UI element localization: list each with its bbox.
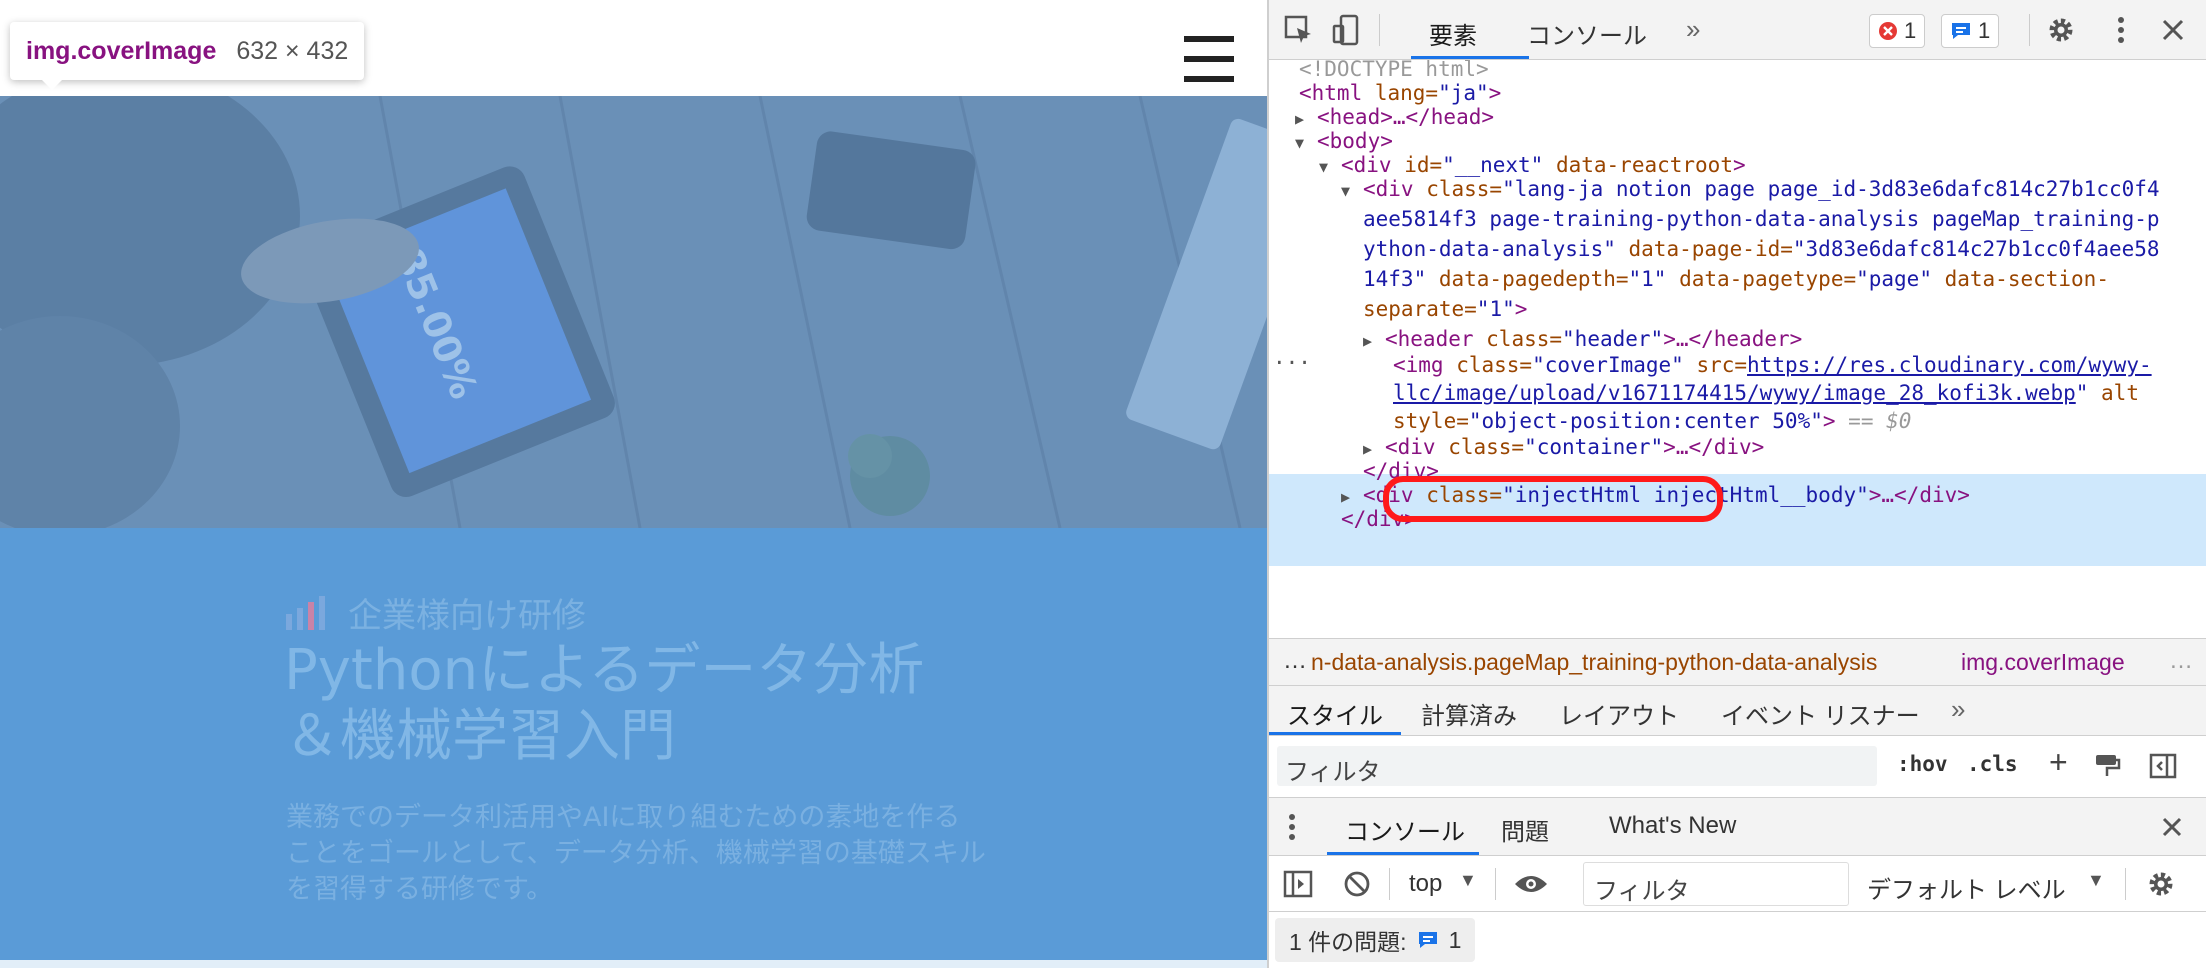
drawer-tab-console[interactable]: コンソール xyxy=(1345,812,1465,847)
hero-title-line-1: Pythonによるデータ分析 xyxy=(284,638,925,703)
img-src-link[interactable]: https://res.cloudinary.com/wywy- xyxy=(1747,353,2152,377)
live-expression-eye-icon[interactable] xyxy=(1513,872,1549,896)
breadcrumb-item[interactable]: n-data-analysis.pageMap_training-python-… xyxy=(1311,649,1877,676)
close-drawer-icon[interactable] xyxy=(2159,814,2185,840)
dom-page-div-cont: separate="1"> xyxy=(1363,297,1528,321)
console-settings-gear-icon[interactable] xyxy=(2145,868,2177,900)
img-src-link-cont[interactable]: llc/image/upload/v1671174415/wywy/image_… xyxy=(1393,381,2076,405)
issues-row: 1 件の問題: 1 xyxy=(1269,912,2206,968)
errors-count: 1 xyxy=(1904,18,1917,43)
dom-breadcrumb: … n-data-analysis.pageMap_training-pytho… xyxy=(1269,638,2206,686)
tab-elements[interactable]: 要素 xyxy=(1429,16,1477,51)
cls-toggle[interactable]: .cls xyxy=(1967,752,2018,776)
messages-badge[interactable]: 1 xyxy=(1941,14,2000,48)
red-annotation-circle xyxy=(1383,476,1723,522)
settings-gear-icon[interactable] xyxy=(2045,14,2077,46)
messages-count: 1 xyxy=(1978,18,1991,43)
element-highlight-overlay xyxy=(0,96,1267,528)
tooltip-arrow xyxy=(40,78,64,90)
more-tabs-icon[interactable]: » xyxy=(1951,694,1965,725)
drawer-menu-icon[interactable] xyxy=(1285,812,1299,842)
toolbar-separator xyxy=(2125,868,2126,900)
devtools-panel: 要素 コンソール » 1 1 <!DOCTYPE html> <html lan… xyxy=(1267,0,2206,968)
tab-event-listeners[interactable]: イベント リスナー xyxy=(1721,696,1920,731)
page-viewport: 85.00% 企業様向け研修 xyxy=(0,0,1267,968)
breadcrumb-ellipsis[interactable]: … xyxy=(1283,647,1307,675)
more-tabs-icon[interactable]: » xyxy=(1686,14,1700,45)
drawer-tab-issues[interactable]: 問題 xyxy=(1501,812,1549,847)
console-sidebar-icon[interactable] xyxy=(1283,870,1313,898)
issues-count: 1 xyxy=(1448,926,1462,953)
inspect-element-icon[interactable] xyxy=(1283,14,1315,46)
tooltip-selector: img.coverImage xyxy=(26,36,217,65)
issues-text: 1 件の問題: xyxy=(1289,929,1407,955)
hero-label-text: 企業様向け研修 xyxy=(348,596,586,636)
styles-filter-input[interactable]: フィルタ xyxy=(1277,746,1877,786)
hov-toggle[interactable]: :hov xyxy=(1897,752,1948,776)
tab-elements-underline xyxy=(1411,56,1529,59)
page-bottom-strip xyxy=(0,960,1267,968)
collapse-triangle-icon: ▼ xyxy=(1319,158,1329,176)
console-filter-input[interactable]: フィルタ xyxy=(1583,862,1849,906)
breadcrumb-item-current[interactable]: img.coverImage xyxy=(1961,649,2125,676)
styles-filter-bar: フィルタ :hov .cls + xyxy=(1269,736,2206,798)
devtools-main-toolbar: 要素 コンソール » 1 1 xyxy=(1269,0,2206,60)
dom-page-div-cont: aee5814f3 page-training-python-data-anal… xyxy=(1363,207,2160,231)
collapse-triangle-icon: ▼ xyxy=(1341,182,1351,200)
expand-triangle-icon: ▶ xyxy=(1363,332,1373,350)
dom-tree[interactable]: <!DOCTYPE html> <html lang="ja"> ▶ <head>… xyxy=(1269,60,2206,638)
cover-image: 85.00% xyxy=(0,96,1267,528)
close-devtools-icon[interactable] xyxy=(2157,14,2189,46)
collapse-triangle-icon: ▼ xyxy=(1295,134,1305,152)
tab-styles[interactable]: スタイル xyxy=(1287,696,1383,731)
clear-console-icon[interactable] xyxy=(1343,870,1371,898)
dom-page-div-cont: ython-data-analysis" data-page-id="3d83e… xyxy=(1363,237,2160,261)
dom-img-cont: llc/image/upload/v1671174415/wywy/image_… xyxy=(1393,381,2139,405)
chevron-down-icon[interactable]: ▼ xyxy=(1459,870,1477,891)
toolbar-separator xyxy=(1379,14,1380,46)
log-level-selector[interactable]: デフォルト レベル xyxy=(1867,870,2066,905)
inspect-tooltip: img.coverImage 632 × 432 xyxy=(10,22,365,90)
hero-description: 業務でのデータ利活用やAIに取り組むための素地を作ることをゴールとして、データ分… xyxy=(286,802,986,905)
message-icon xyxy=(1952,23,1970,39)
chevron-down-icon[interactable]: ▼ xyxy=(2087,870,2105,891)
hero-label: 企業様向け研修 xyxy=(286,588,586,637)
tab-layout[interactable]: レイアウト xyxy=(1559,696,1679,731)
node-options-icon[interactable]: ··· xyxy=(1273,348,1311,378)
dom-img-coverimage[interactable]: <img class="coverImage" src=https://res.… xyxy=(1393,350,2152,380)
hamburger-menu-icon[interactable] xyxy=(1184,36,1234,82)
message-icon xyxy=(1418,932,1437,948)
toolbar-separator xyxy=(1495,868,1496,900)
tab-styles-underline xyxy=(1269,732,1401,735)
dom-page-div[interactable]: ▼ <div class="lang-ja notion page page_id… xyxy=(1341,174,2160,204)
hero-title-line-2: ＆機械学習入門 xyxy=(284,704,676,769)
hero-title: Pythonによるデータ分析 ＆機械学習入門 xyxy=(284,638,1044,770)
toggle-sidebar-icon[interactable] xyxy=(2149,752,2177,780)
toolbar-separator xyxy=(2029,14,2030,46)
context-selector[interactable]: top xyxy=(1409,870,1442,898)
drawer-tabs: コンソール 問題 What's New xyxy=(1269,798,2206,856)
new-style-rule-button[interactable]: + xyxy=(2049,744,2068,781)
tab-computed[interactable]: 計算済み xyxy=(1421,696,1517,731)
tooltip-dimensions: 632 × 432 xyxy=(236,36,349,65)
errors-badge[interactable]: 1 xyxy=(1869,14,1926,48)
device-toolbar-icon[interactable] xyxy=(1331,14,1363,46)
dom-page-div-cont: 14f3" data-pagedepth="1" data-pagetype="… xyxy=(1363,267,2109,291)
drawer-tab-whats-new[interactable]: What's New xyxy=(1609,812,1736,840)
paint-roller-icon[interactable] xyxy=(2093,752,2121,780)
bar-chart-icon xyxy=(286,595,325,630)
console-toolbar: top ▼ フィルタ デフォルト レベル ▼ xyxy=(1269,856,2206,912)
tab-console[interactable]: コンソール xyxy=(1527,16,1647,51)
toolbar-separator xyxy=(1389,868,1390,900)
drawer-tab-console-underline xyxy=(1327,852,1479,855)
hero-section: 企業様向け研修 Pythonによるデータ分析 ＆機械学習入門 業務でのデータ利活… xyxy=(0,528,1267,960)
kebab-menu-icon[interactable] xyxy=(2105,14,2137,46)
breadcrumb-more[interactable]: … xyxy=(2169,647,2193,675)
error-icon xyxy=(1879,22,1897,40)
issues-button[interactable]: 1 件の問題: 1 xyxy=(1275,918,1476,962)
styles-pane-tabs: スタイル 計算済み レイアウト イベント リスナー » xyxy=(1269,686,2206,736)
